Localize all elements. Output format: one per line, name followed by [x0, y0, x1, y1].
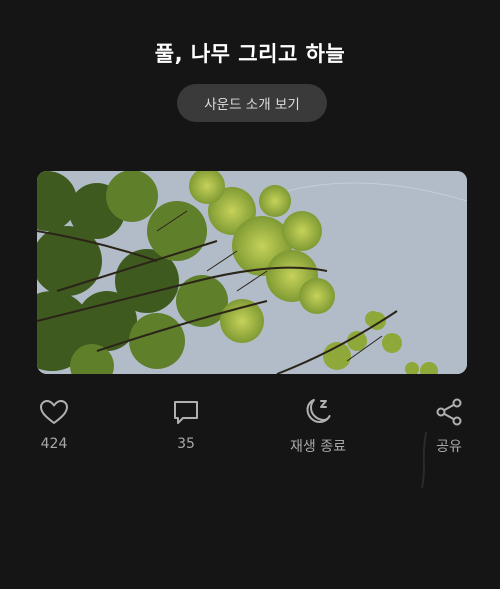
comment-button[interactable]: 35: [141, 396, 231, 458]
sleep-timer-label: 재생 종료: [290, 439, 346, 455]
screen-mark: [421, 431, 427, 489]
page-title: 풀, 나무 그리고 하늘: [154, 42, 346, 66]
tree-sky-image: [37, 171, 467, 374]
comment-count: 35: [177, 436, 195, 452]
share-icon: [436, 398, 462, 426]
like-count: 424: [40, 436, 68, 452]
moon-sleep-icon: [306, 399, 331, 423]
like-button[interactable]: 424: [9, 396, 99, 458]
sound-post-screen: 풀, 나무 그리고 하늘 사운드 소개 보기 424 35 재생 종료 공유: [0, 0, 500, 589]
share-button[interactable]: 공유: [404, 396, 494, 458]
sleep-timer-button[interactable]: 재생 종료: [273, 396, 363, 458]
sound-intro-button[interactable]: 사운드 소개 보기: [177, 84, 327, 122]
comment-icon: [174, 401, 198, 424]
heart-icon: [40, 400, 68, 424]
cover-photo: [37, 171, 467, 374]
share-label: 공유: [436, 439, 462, 455]
